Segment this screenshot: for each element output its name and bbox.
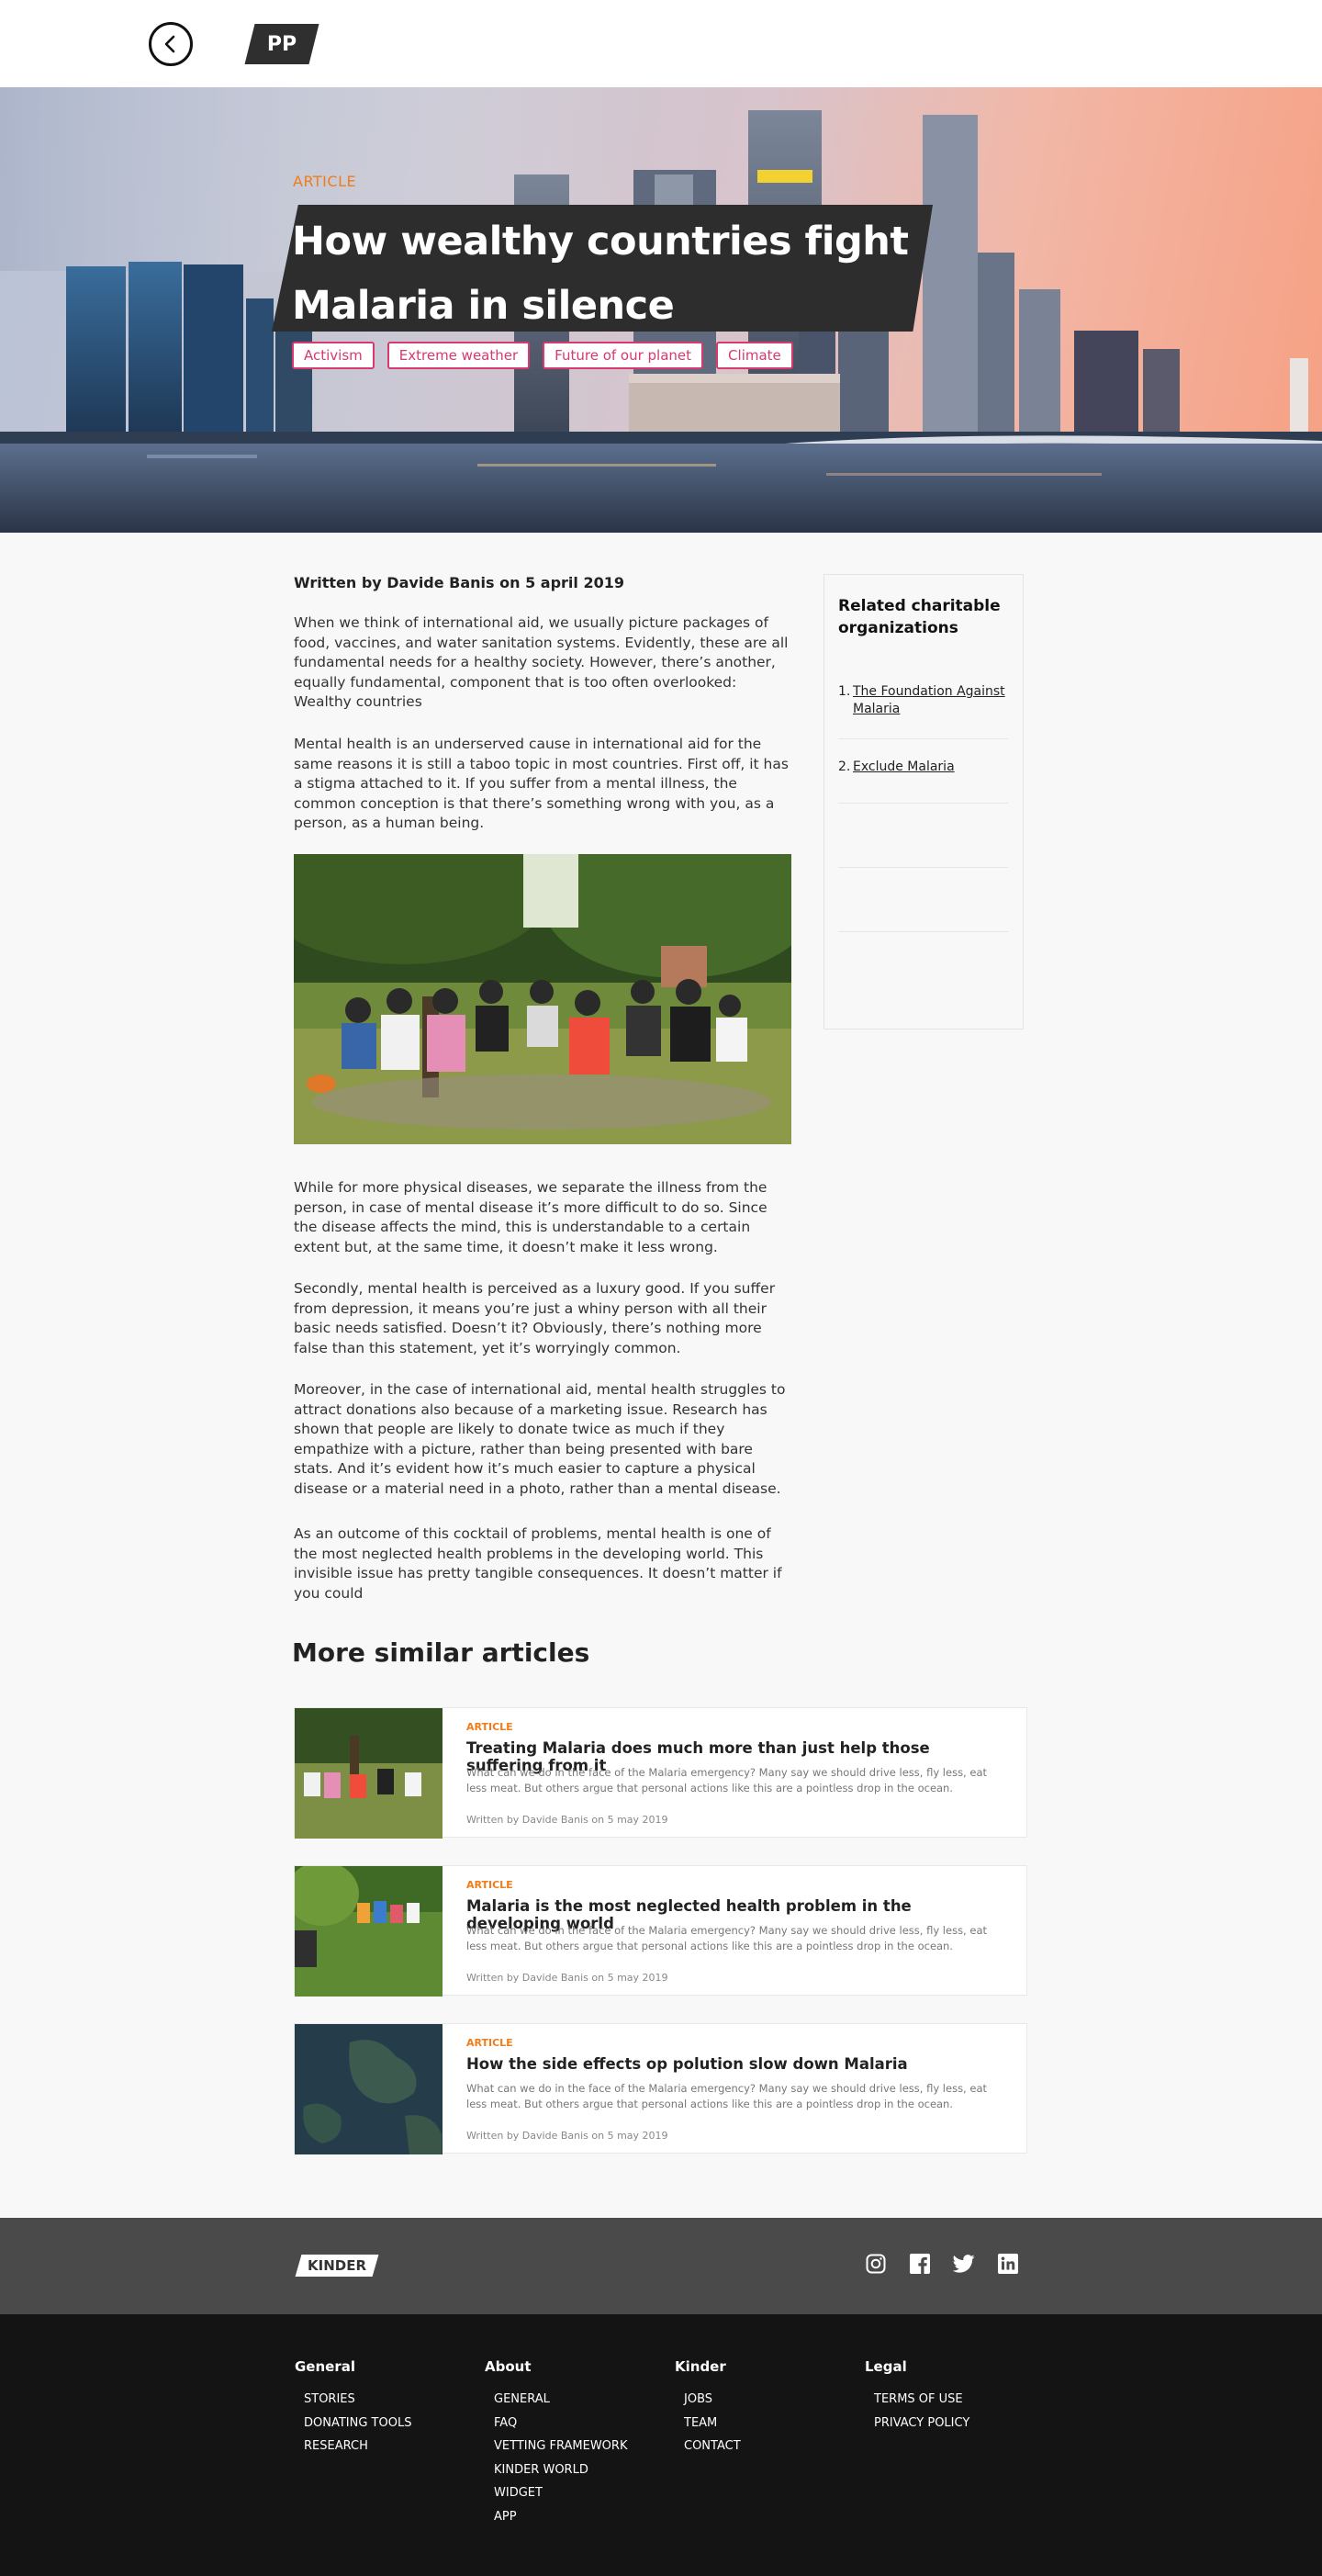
footer-link[interactable]: APP [494, 2505, 627, 2529]
article-paragraph: Mental health is an underserved cause in… [294, 736, 789, 831]
footer-link[interactable]: TEAM [684, 2412, 741, 2435]
footer-column-title: Kinder [675, 2358, 726, 2375]
footer-link[interactable]: TERMS OF USE [874, 2388, 969, 2412]
footer-column-general: General STORIES DONATING TOOLS RESEARCH [295, 2358, 411, 2458]
tag-extreme-weather[interactable]: Extreme weather [387, 342, 531, 369]
footer-link[interactable]: RESEARCH [304, 2435, 411, 2458]
card-thumbnail [295, 1866, 443, 1997]
related-item-link[interactable]: Exclude Malaria [853, 759, 1008, 776]
hero-banner: ARTICLE How wealthy countries fight Mala… [0, 87, 1322, 533]
article-paragraph: Moreover, in the case of international a… [294, 1381, 786, 1497]
related-organizations-sidebar: Related charitable organizations 1. The … [823, 574, 1024, 1029]
footer-link[interactable]: PRIVACY POLICY [874, 2412, 969, 2435]
footer-link[interactable]: CONTACT [684, 2435, 741, 2458]
footer-links: General STORIES DONATING TOOLS RESEARCH … [0, 2314, 1322, 2576]
tag-future-of-our-planet[interactable]: Future of our planet [543, 342, 704, 369]
article-byline: Written by Davide Banis on 5 april 2019 [294, 574, 624, 591]
card-excerpt: What can we do in the face of the Malari… [466, 2082, 987, 2110]
footer-link[interactable]: VETTING FRAMEWORK [494, 2435, 627, 2458]
linkedin-icon[interactable] [997, 2253, 1019, 2275]
footer-link[interactable]: GENERAL [494, 2388, 627, 2412]
card-meta: Written by Davide Banis on 5 may 2019 [466, 1972, 668, 1984]
footer-column-title: General [295, 2358, 355, 2375]
card-kicker: ARTICLE [466, 2037, 513, 2049]
footer-logo[interactable]: KINDER [295, 2255, 379, 2277]
similar-articles-heading: More similar articles [292, 1637, 590, 1668]
footer-link[interactable]: FAQ [494, 2412, 627, 2435]
article-card[interactable]: ARTICLE Malaria is the most neglected he… [294, 1865, 1027, 1997]
footer-logo-text: KINDER [307, 2257, 366, 2274]
article-card[interactable]: ARTICLE Treating Malaria does much more … [294, 1707, 1027, 1839]
related-item: 1. The Foundation Against Malaria [838, 683, 1008, 718]
article-card[interactable]: ARTICLE How the side effects op polution… [294, 2023, 1027, 2154]
article-paragraph: When we think of international aid, we u… [294, 614, 789, 710]
card-title: How the side effects op polution slow do… [466, 2055, 908, 2073]
card-kicker: ARTICLE [466, 1721, 513, 1733]
card-thumbnail [295, 1708, 443, 1839]
site-logo-text: PP [266, 32, 297, 56]
article-photo [294, 854, 791, 1144]
footer-link[interactable]: JOBS [684, 2388, 741, 2412]
site-logo[interactable]: PP [244, 24, 319, 64]
footer-column-about: About GENERAL FAQ VETTING FRAMEWORK KIND… [485, 2358, 627, 2528]
footer-column-kinder: Kinder JOBS TEAM CONTACT [675, 2358, 741, 2458]
top-bar: PP [0, 0, 1322, 87]
footer-top: KINDER [0, 2218, 1322, 2314]
divider [838, 931, 1008, 932]
divider [838, 738, 1008, 739]
card-excerpt: What can we do in the face of the Malari… [466, 1766, 987, 1794]
footer-column-title: About [485, 2358, 532, 2375]
back-button[interactable] [149, 22, 193, 66]
footer-link[interactable]: KINDER WORLD [494, 2458, 627, 2482]
divider [838, 803, 1008, 804]
card-meta: Written by Davide Banis on 5 may 2019 [466, 1814, 668, 1826]
social-links [865, 2253, 1019, 2275]
footer-link[interactable]: WIDGET [494, 2481, 627, 2505]
card-excerpt: What can we do in the face of the Malari… [466, 1924, 987, 1952]
twitter-icon[interactable] [953, 2253, 975, 2275]
facebook-icon[interactable] [909, 2253, 931, 2275]
card-thumbnail [295, 2024, 443, 2154]
related-item: 2. Exclude Malaria [838, 759, 1008, 776]
related-item-number: 2. [838, 759, 851, 774]
footer-column-legal: Legal TERMS OF USE PRIVACY POLICY [865, 2358, 969, 2435]
hero-kicker: ARTICLE [293, 173, 357, 190]
card-meta: Written by Davide Banis on 5 may 2019 [466, 2130, 668, 2142]
footer-link[interactable]: STORIES [304, 2388, 411, 2412]
chevron-left-icon [164, 35, 175, 53]
article-paragraph: While for more physical diseases, we sep… [294, 1179, 767, 1255]
divider [838, 867, 1008, 868]
article-paragraph: As an outcome of this cocktail of proble… [294, 1525, 782, 1602]
page-title: How wealthy countries fight Malaria in s… [292, 219, 909, 329]
related-item-link[interactable]: The Foundation Against Malaria [853, 683, 1008, 718]
tag-list: Activism Extreme weather Future of our p… [292, 342, 793, 369]
instagram-icon[interactable] [865, 2253, 887, 2275]
article-paragraph: Secondly, mental health is perceived as … [294, 1280, 776, 1356]
tag-activism[interactable]: Activism [292, 342, 375, 369]
card-kicker: ARTICLE [466, 1879, 513, 1891]
related-item-number: 1. [838, 684, 851, 699]
footer-link[interactable]: DONATING TOOLS [304, 2412, 411, 2435]
tag-climate[interactable]: Climate [716, 342, 793, 369]
footer-column-title: Legal [865, 2358, 907, 2375]
sidebar-title: Related charitable organizations [838, 597, 1001, 637]
